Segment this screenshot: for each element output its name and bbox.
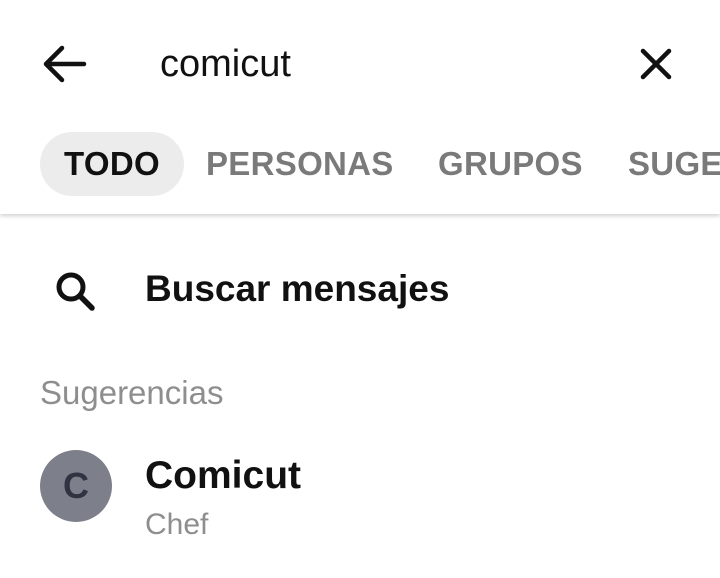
tab-grupos[interactable]: GRUPOS <box>438 132 583 196</box>
avatar-letter: C <box>63 465 89 506</box>
tab-todo[interactable]: TODO <box>40 132 184 196</box>
search-messages-row[interactable]: Buscar mensajes <box>0 250 720 330</box>
filter-tabs: TODO PERSONAS GRUPOS SUGE <box>0 132 720 198</box>
avatar: C <box>40 450 112 522</box>
suggestion-item-comicut[interactable]: C Comicut Chef <box>0 440 720 550</box>
search-messages-label: Buscar mensajes <box>145 268 450 309</box>
close-icon <box>640 48 672 80</box>
search-header: TODO PERSONAS GRUPOS SUGE <box>0 0 720 214</box>
arrow-left-icon <box>43 45 87 83</box>
search-icon <box>52 268 98 314</box>
back-button[interactable] <box>38 40 90 88</box>
suggestion-name: Comicut <box>145 454 301 497</box>
suggestions-section-title: Sugerencias <box>40 374 224 411</box>
search-input[interactable] <box>160 38 600 90</box>
tab-sugerencias[interactable]: SUGE <box>628 132 720 196</box>
suggestion-subtitle: Chef <box>145 508 209 541</box>
tab-personas[interactable]: PERSONAS <box>206 132 394 196</box>
clear-search-button[interactable] <box>630 38 682 90</box>
